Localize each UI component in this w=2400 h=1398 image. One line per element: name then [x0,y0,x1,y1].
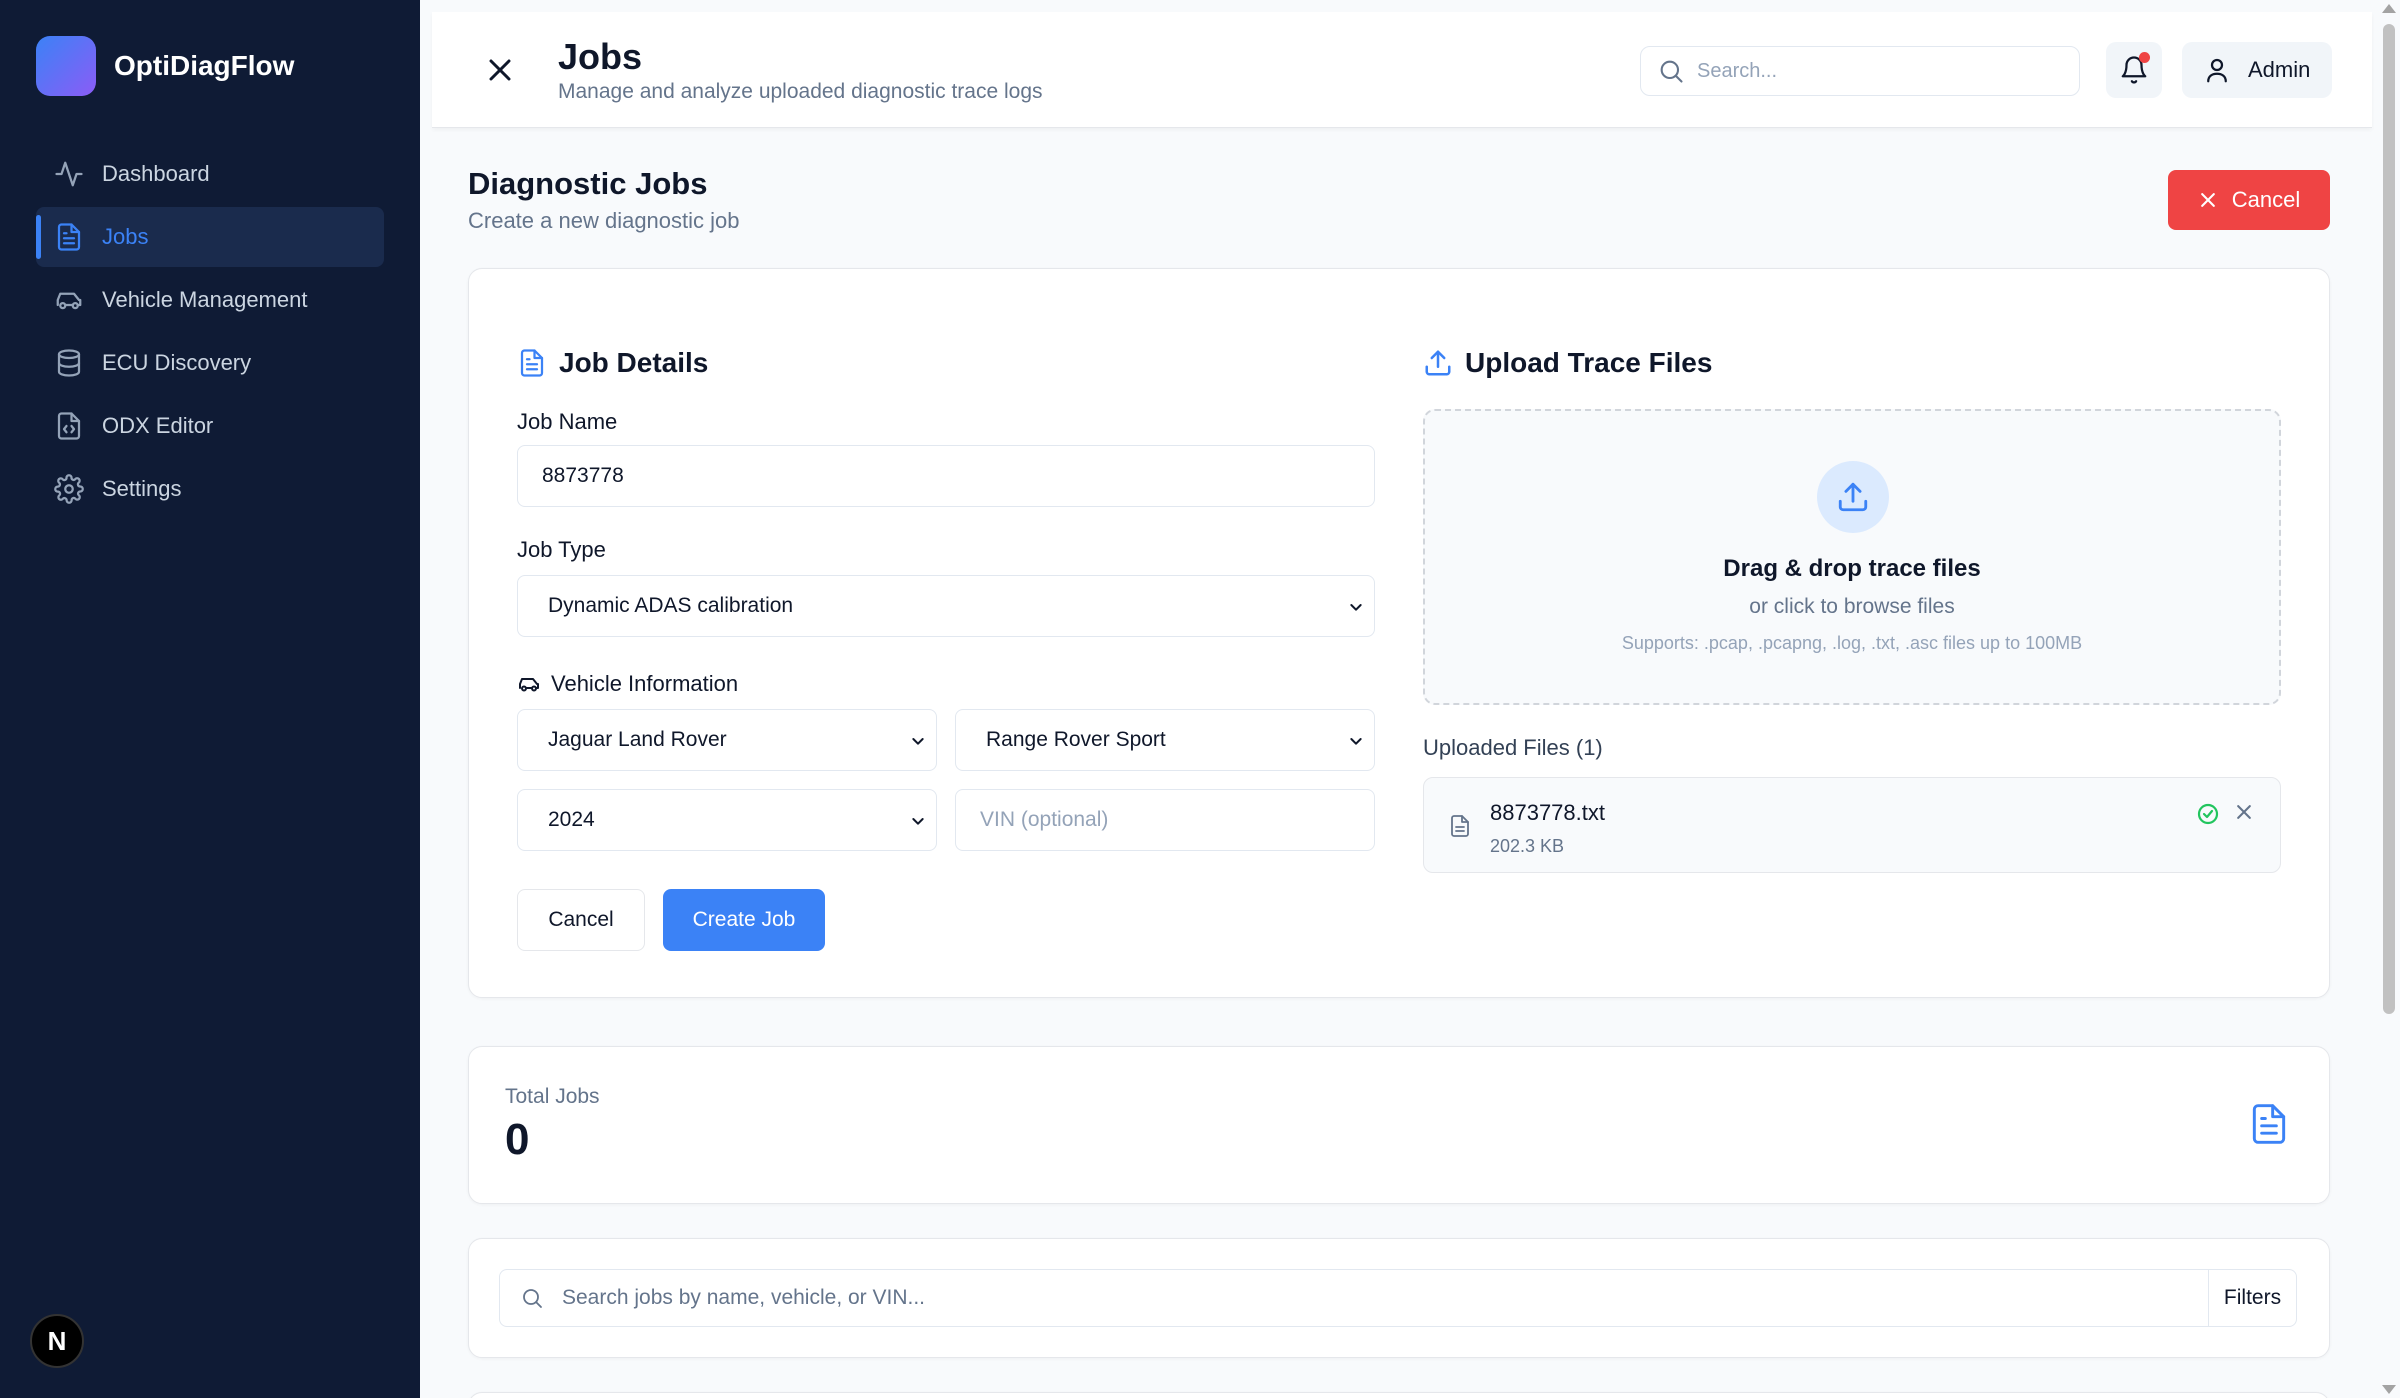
car-icon [519,678,539,692]
sidebar-item-label: Settings [102,476,182,501]
sidebar-item-odx-editor[interactable]: ODX Editor [36,396,384,456]
notification-dot [2139,52,2150,63]
search-icon [1660,60,1683,83]
database-icon [57,349,81,377]
sidebar-item-label: ODX Editor [102,413,214,438]
app-name: OptiDiagFlow [114,50,295,81]
chevron-down-icon [1350,738,1362,745]
sidebar-item-vehicle-management[interactable]: Vehicle Management [36,270,384,330]
section-title: Diagnostic Jobs [468,166,708,201]
scroll-down-arrow[interactable] [2382,1385,2396,1394]
create-job-card: Job Details Job Name 8873778 Job Type Dy… [468,268,2330,998]
sidebar-item-settings[interactable]: Settings [36,459,384,519]
file-code-icon [57,412,81,440]
job-type-value: Dynamic ADAS calibration [548,594,794,617]
total-jobs-value: 0 [505,1115,530,1164]
close-icon [2200,193,2215,207]
close-icon[interactable] [482,52,518,88]
job-search-card: Filters [468,1238,2330,1358]
search-input[interactable] [1697,59,2057,83]
global-search [1640,46,2080,96]
vehicle-make-value: Jaguar Land Rover [548,728,727,751]
cancel-button[interactable]: Cancel [517,889,645,951]
sidebar-item-label: Jobs [102,224,149,249]
section-subtitle: Create a new diagnostic job [468,208,740,233]
sidebar: OptiDiagFlow Dashboard Jobs Vehicle Mana… [0,0,420,1398]
dropzone-title: Drag & drop trace files [1723,555,1981,582]
file-dropzone[interactable]: Drag & drop trace files or click to brow… [1423,409,2281,705]
job-name-value: 8873778 [542,464,624,487]
activity-icon [55,161,83,187]
brand[interactable]: OptiDiagFlow [36,36,294,96]
create-job-button[interactable]: Create Job [663,889,825,951]
vehicle-info-label: Vehicle Information [551,671,739,696]
gear-icon [54,474,84,504]
total-jobs-label: Total Jobs [505,1085,600,1108]
uploaded-files-label: Uploaded Files (1) [1423,735,1603,760]
dropzone-icon-circle [1817,461,1889,533]
job-details-title: Job Details [559,347,709,378]
vehicle-year-value: 2024 [548,808,595,831]
job-search-bar: Filters [499,1269,2297,1327]
job-search-input[interactable] [562,1286,2082,1310]
dropzone-note: Supports: .pcap, .pcapng, .log, .txt, .a… [1621,633,2083,653]
page-scrollbar[interactable] [2378,0,2400,1398]
check-circle-icon [2197,803,2219,825]
file-name: 8873778.txt [1490,800,1605,825]
cancel-create-button[interactable]: Cancel [2168,170,2330,230]
page-title: Jobs [558,36,643,77]
job-name-label: Job Name [517,409,618,434]
vin-field[interactable]: VIN (optional) [955,789,1375,851]
vehicle-year-select[interactable]: 2024 [517,789,937,851]
file-icon [1451,815,1469,837]
jobs-list-card [468,1392,2330,1398]
scroll-up-arrow[interactable] [2382,4,2396,13]
car-icon [56,292,82,310]
vehicle-info-heading: Vehicle Information [517,671,738,697]
filters-button[interactable]: Filters [2208,1270,2296,1326]
upload-icon [1838,482,1868,512]
user-icon [2207,58,2227,83]
file-text-icon [520,349,544,377]
sidebar-item-ecu-discovery[interactable]: ECU Discovery [36,333,384,393]
scrollbar-thumb[interactable] [2383,24,2395,1014]
vin-placeholder: VIN (optional) [980,808,1109,831]
notifications-button[interactable] [2106,42,2162,98]
chevron-down-icon [1350,604,1362,611]
vehicle-model-select[interactable]: Range Rover Sport [955,709,1375,771]
remove-file-icon[interactable] [2234,802,2254,822]
file-text-icon [2252,1104,2286,1144]
cancel-label: Cancel [2231,187,2301,212]
dropzone-subtitle: or click to browse files [1749,595,1955,618]
user-label: Admin [2248,57,2311,82]
job-type-label: Job Type [517,537,606,562]
job-name-field[interactable]: 8873778 [517,445,1375,507]
file-text-icon [57,223,81,251]
chevron-down-icon [912,738,924,745]
chevron-down-icon [912,818,924,825]
sidebar-item-jobs[interactable]: Jobs [36,207,384,267]
sidebar-nav: Dashboard Jobs Vehicle Management ECU Di… [36,144,384,522]
sidebar-item-label: ECU Discovery [102,350,252,375]
job-type-select[interactable]: Dynamic ADAS calibration [517,575,1375,637]
top-header: Jobs Manage and analyze uploaded diagnos… [432,12,2372,128]
app-logo [36,36,96,96]
page-subtitle: Manage and analyze uploaded diagnostic t… [558,80,1043,103]
search-icon [523,1289,542,1308]
total-jobs-card: Total Jobs 0 [468,1046,2330,1204]
job-details-heading: Job Details [517,347,708,379]
uploaded-file-row: 8873778.txt 202.3 KB [1423,777,2281,873]
file-size: 202.3 KB [1490,836,1565,856]
sidebar-item-label: Dashboard [102,161,210,186]
upload-heading: Upload Trace Files [1423,347,1712,379]
upload-icon [1425,350,1451,376]
dev-tools-badge[interactable]: N [30,1314,84,1368]
sidebar-item-dashboard[interactable]: Dashboard [36,144,384,204]
upload-title: Upload Trace Files [1465,347,1713,378]
vehicle-model-value: Range Rover Sport [986,728,1166,751]
sidebar-item-label: Vehicle Management [102,287,308,312]
vehicle-make-select[interactable]: Jaguar Land Rover [517,709,937,771]
user-menu-button[interactable]: Admin [2182,42,2332,98]
